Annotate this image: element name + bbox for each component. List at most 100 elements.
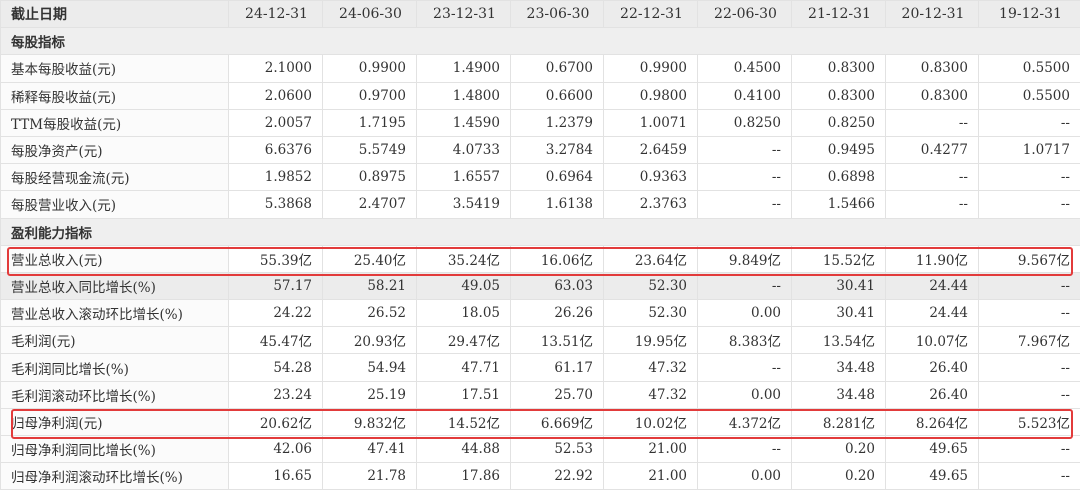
value-cell: 1.0717 [978,135,1080,165]
header-row: 截止日期 24-12-31 24-06-30 23-12-31 23-06-30… [0,0,1080,29]
date-header[interactable]: 23-12-31 [416,0,511,29]
table-row: 稀释每股收益(元) 2.0600 0.9700 1.4800 0.6600 0.9800 0… [0,81,1080,110]
value-cell: 1.2379 [510,108,604,137]
value-cell: 2.3763 [603,190,698,219]
row-label: 基本每股收益(元) [0,54,229,83]
value-cell: 0.6898 [791,163,886,192]
value-cell: 15.52亿 [791,244,886,273]
value-cell: 0.8300 [885,54,979,83]
value-cell: -- [978,462,1080,491]
value-cell: 0.8300 [791,81,886,110]
date-header[interactable]: 24-12-31 [228,0,323,29]
value-cell: 47.32 [603,353,698,382]
date-header[interactable]: 21-12-31 [791,0,886,29]
value-cell: 2.1000 [228,54,323,83]
value-cell: 2.0057 [228,108,323,137]
row-label: 每股营业收入(元) [0,190,229,219]
value-cell: 19.95亿 [603,326,698,355]
table-row: 营业总收入同比增长(%) 57.17 58.21 49.05 63.03 52.30 -- 3… [0,271,1080,301]
date-header[interactable]: 24-06-30 [322,0,417,29]
value-cell: 34.48 [791,353,886,382]
value-cell: 0.8975 [322,163,417,192]
value-cell: 20.62亿 [228,407,323,437]
row-label: 每股经营现金流(元) [0,163,229,192]
table-row: 每股营业收入(元) 5.3868 2.4707 3.5419 1.6138 2.3763-… [0,190,1080,219]
value-cell: 26.52 [322,299,417,328]
value-cell: 35.24亿 [416,244,511,273]
section-row: 盈利能力指标 [0,217,1080,246]
date-header[interactable]: 20-12-31 [885,0,979,29]
section-title: 盈利能力指标 [0,217,1080,246]
value-cell: 5.523亿 [978,407,1080,437]
date-header[interactable]: 22-12-31 [603,0,698,29]
value-cell: 0.9363 [603,163,698,192]
value-cell: 8.383亿 [697,326,792,355]
value-cell: 1.6138 [510,190,604,219]
value-cell: 30.41 [791,271,886,301]
value-cell: 1.5466 [791,190,886,219]
value-cell: 3.2784 [510,135,604,165]
value-cell: 0.4500 [697,54,792,83]
table-row: 毛利润滚动环比增长(%) 23.24 25.19 17.51 25.70 47.32 0.0… [0,380,1080,409]
table-row: 归母净利润滚动环比增长(%) 16.65 21.78 17.86 22.92 21.00 0… [0,462,1080,491]
value-cell: 0.8300 [885,81,979,110]
table-row: 毛利润同比增长(%) 54.28 54.94 47.71 61.17 47.32 -- 34.… [0,353,1080,382]
row-label: 归母净利润同比增长(%) [0,434,229,464]
value-cell: 16.06亿 [510,244,604,273]
value-cell: 24.44 [885,271,979,301]
value-cell: 52.30 [603,299,698,328]
value-cell: 45.47亿 [228,326,323,355]
value-cell: 4.372亿 [697,407,792,437]
section-row: 每股指标 [0,27,1080,56]
value-cell: -- [978,299,1080,328]
value-cell: 0.20 [791,434,886,464]
value-cell: 25.40亿 [322,244,417,273]
row-label: 营业总收入(元) [0,244,229,273]
value-cell: 0.6964 [510,163,604,192]
value-cell: 6.6376 [228,135,323,165]
value-cell: 0.8250 [791,108,886,137]
value-cell: 47.41 [322,434,417,464]
value-cell: 3.5419 [416,190,511,219]
value-cell: -- [697,271,792,301]
table-row: 营业总收入(元) 55.39亿 25.40亿 35.24亿 16.06亿 23.64亿 9.… [0,244,1080,273]
financial-indicators-table: 截止日期 24-12-31 24-06-30 23-12-31 23-06-30… [0,0,1080,491]
value-cell: 13.51亿 [510,326,604,355]
value-cell: 1.4800 [416,81,511,110]
date-header[interactable]: 22-06-30 [697,0,792,29]
value-cell: 47.71 [416,353,511,382]
date-header[interactable]: 19-12-31 [978,0,1080,29]
value-cell: -- [978,108,1080,137]
value-cell: -- [885,108,979,137]
value-cell: 42.06 [228,434,323,464]
value-cell: 21.00 [603,434,698,464]
value-cell: 0.8300 [791,54,886,83]
value-cell: -- [978,434,1080,464]
row-label: 稀释每股收益(元) [0,81,229,110]
table-row: 每股净资产(元) 6.6376 5.5749 4.0733 3.2784 2.6459 --… [0,135,1080,165]
value-cell: 0.5500 [978,81,1080,110]
table-row: 营业总收入滚动环比增长(%) 24.22 26.52 18.05 26.26 52.30 0… [0,299,1080,328]
value-cell: -- [885,190,979,219]
table-row: 基本每股收益(元) 2.1000 0.9900 1.4900 0.6700 0.9900 0… [0,54,1080,83]
value-cell: 4.0733 [416,135,511,165]
row-label: 营业总收入滚动环比增长(%) [0,299,229,328]
row-label: 归母净利润滚动环比增长(%) [0,462,229,491]
value-cell: 49.05 [416,271,511,301]
value-cell: -- [978,163,1080,192]
value-cell: -- [885,163,979,192]
date-header[interactable]: 23-06-30 [510,0,604,29]
value-cell: 26.26 [510,299,604,328]
value-cell: 20.93亿 [322,326,417,355]
value-cell: 1.6557 [416,163,511,192]
value-cell: 18.05 [416,299,511,328]
value-cell: 25.19 [322,380,417,409]
value-cell: 58.21 [322,271,417,301]
value-cell: 0.9700 [322,81,417,110]
value-cell: 34.48 [791,380,886,409]
date-column-header: 截止日期 [0,0,229,29]
row-label: 营业总收入同比增长(%) [0,271,229,301]
value-cell: 8.264亿 [885,407,979,437]
table-row: 毛利润(元) 45.47亿 20.93亿 29.47亿 13.51亿 19.95亿 8.38… [0,326,1080,355]
value-cell: 5.5749 [322,135,417,165]
